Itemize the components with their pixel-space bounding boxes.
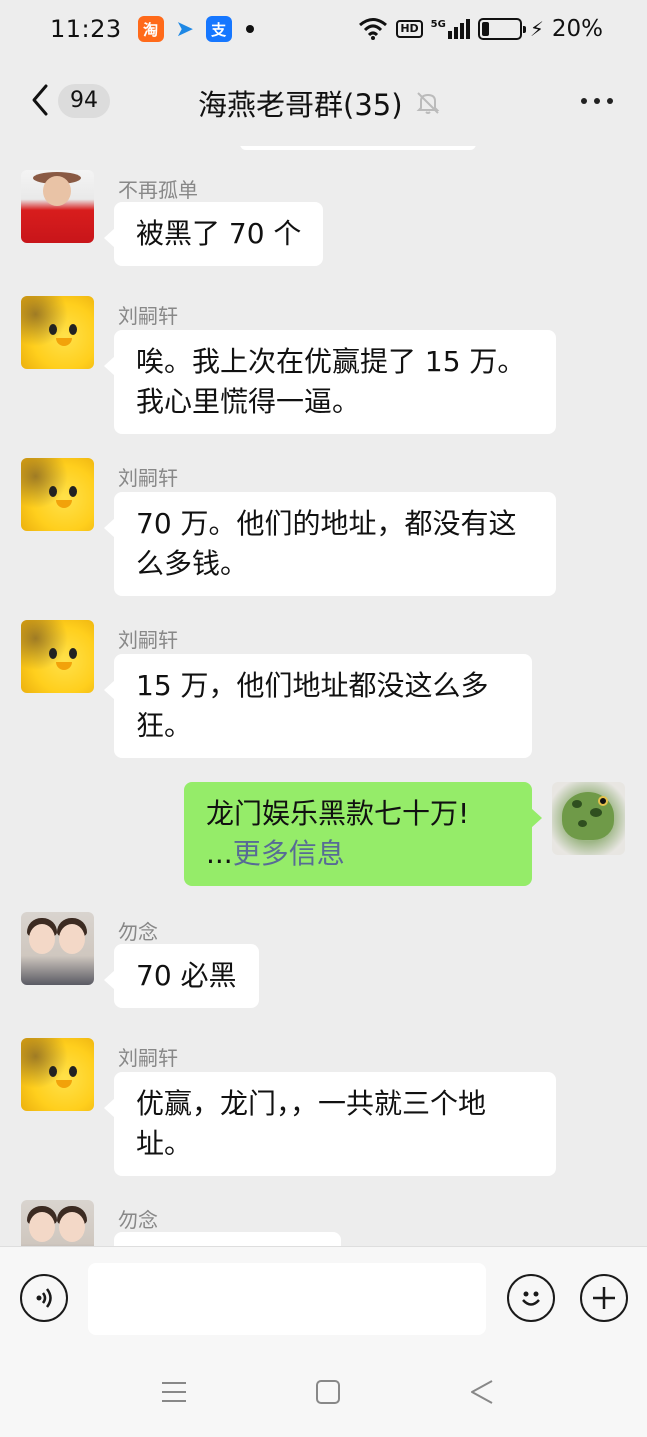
message-bubble[interactable]: 龙门娱乐黑款七十万! ...更多信息: [184, 782, 542, 886]
more-functions-button[interactable]: [580, 1274, 628, 1322]
twin-girls-avatar[interactable]: [21, 1200, 94, 1246]
mute-bell-icon: [416, 92, 439, 114]
message-bubble[interactable]: 70 必黑: [104, 944, 259, 1008]
message-bubble[interactable]: [114, 1232, 341, 1246]
home-button[interactable]: [315, 1378, 341, 1410]
more-prefix: ...: [206, 837, 233, 870]
triangle-back-icon: [471, 1380, 493, 1404]
message-text-line: 龙门娱乐黑款七十万!: [206, 797, 470, 830]
sender-name: 刘嗣轩: [118, 1046, 178, 1070]
battery-percent: 20%: [551, 16, 603, 42]
message-text-line: 址。: [136, 1127, 193, 1160]
status-time: 11:23: [50, 15, 122, 43]
chat-header: 94 海燕老哥群(35): [0, 58, 647, 146]
back-button[interactable]: [26, 80, 56, 120]
more-info-line: ...更多信息: [206, 834, 510, 874]
unread-count-badge: 94: [58, 84, 110, 118]
smiley-icon: [522, 1291, 540, 1306]
twin-girls-avatar[interactable]: [21, 912, 94, 985]
yellow-chick-avatar[interactable]: [21, 620, 94, 693]
system-back-button[interactable]: [468, 1378, 496, 1410]
alipay-icon: 支: [205, 16, 232, 42]
message-text: 70 必黑: [136, 959, 237, 992]
message-text-line: 唉。我上次在优赢提了 15 万。: [136, 345, 526, 378]
voice-icon: [36, 1288, 52, 1308]
more-dot-icon: [607, 98, 613, 104]
battery-level: [481, 22, 490, 36]
more-options-button[interactable]: [581, 98, 613, 104]
more-dot-icon: [594, 98, 600, 104]
wifi-icon: [359, 18, 388, 40]
voice-input-button[interactable]: [20, 1274, 68, 1322]
message-bubble[interactable]: 优赢，龙门，，一共就三个地 址。: [104, 1072, 556, 1176]
sender-name: 不再孤单: [118, 178, 198, 202]
sender-name: 刘嗣轩: [118, 304, 178, 328]
message-bubble[interactable]: 15 万，他们地址都没这么多 狂。: [104, 654, 532, 758]
frog-avatar[interactable]: [552, 782, 625, 855]
message-text-line: 狂。: [136, 709, 193, 742]
plus-icon: [593, 1287, 615, 1309]
hd-badge: HD: [396, 20, 423, 38]
sender-name: 勿念: [118, 920, 158, 944]
battery-icon: [477, 18, 526, 40]
more-info-link[interactable]: 更多信息: [233, 837, 345, 870]
message-input[interactable]: [88, 1263, 486, 1335]
network-type: 5G: [430, 19, 446, 30]
yellow-chick-avatar[interactable]: [21, 296, 94, 369]
message-bubble[interactable]: 70 万。他们的地址，都没有这 么多钱。: [104, 492, 556, 596]
sender-name: 勿念: [118, 1208, 158, 1232]
message-text-line: 我心里慌得一逼。: [136, 385, 361, 418]
taobao-icon: 淘: [137, 16, 164, 42]
home-square-icon: [316, 1380, 340, 1404]
status-indicators: HD 5G ⚡ 20%: [358, 16, 603, 42]
sender-name: 刘嗣轩: [118, 466, 178, 490]
message-text-line: 优赢，龙门，，一共就三个地: [136, 1087, 487, 1120]
menu-icon: [162, 1382, 186, 1402]
feishu-icon: ➤: [175, 16, 194, 42]
more-dot-icon: [581, 98, 587, 104]
message-bubble[interactable]: 唉。我上次在优赢提了 15 万。 我心里慌得一逼。: [104, 330, 556, 434]
chevron-left-icon: [32, 84, 48, 116]
yellow-chick-avatar[interactable]: [21, 1038, 94, 1111]
message-text-line: 70 万。他们的地址，都没有这: [136, 507, 517, 540]
chat-title[interactable]: 海燕老哥群(35): [198, 82, 403, 124]
input-bar: [0, 1246, 647, 1350]
charging-icon: ⚡: [529, 17, 544, 41]
status-app-icons: 淘 ➤ 支: [137, 16, 254, 42]
yellow-chick-avatar[interactable]: [21, 458, 94, 531]
message-text: 被黑了 70 个: [136, 217, 302, 250]
system-nav-bar: [0, 1350, 647, 1437]
message-text-line: 么多钱。: [136, 547, 249, 580]
chat-title-wrap: 海燕老哥群(35): [198, 82, 441, 124]
status-bar: 11:23 淘 ➤ 支 HD 5G ⚡ 20%: [0, 0, 647, 58]
signal-icon: 5G: [431, 19, 470, 39]
notification-dot-icon: [245, 25, 254, 33]
message-text-line: 15 万，他们地址都没这么多: [136, 669, 489, 702]
message-bubble[interactable]: 被黑了 70 个: [103, 202, 324, 266]
previous-message-bubble-edge: [240, 146, 476, 150]
sender-name: 刘嗣轩: [118, 628, 178, 652]
recent-apps-button[interactable]: [160, 1378, 188, 1410]
emoji-button[interactable]: [507, 1274, 555, 1322]
message-list[interactable]: 不再孤单 被黑了 70 个 刘嗣轩 唉。我上次在优赢提了 15 万。 我心里慌得…: [0, 146, 647, 1246]
red-suit-avatar[interactable]: [21, 170, 94, 243]
